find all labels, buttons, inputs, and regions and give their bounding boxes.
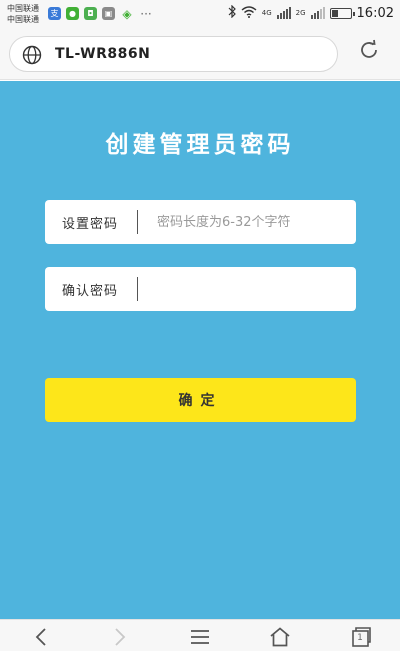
home-icon[interactable]	[267, 624, 293, 650]
bottom-nav: 1	[0, 619, 400, 651]
menu-icon[interactable]	[187, 624, 213, 650]
confirm-password-field: 确认密码	[45, 267, 356, 311]
set-password-input[interactable]	[145, 206, 345, 238]
back-icon[interactable]	[28, 624, 54, 650]
confirm-password-label: 确认密码	[62, 284, 119, 299]
reload-icon[interactable]	[357, 38, 381, 62]
chat-icon: ◘	[84, 7, 97, 20]
set-password-label: 设置密码	[62, 217, 119, 232]
alipay-icon: 支	[48, 7, 61, 20]
url-bar[interactable]: TL-WR886N	[9, 36, 338, 72]
signal-2-icon	[310, 7, 325, 19]
clock: 16:02	[356, 5, 394, 21]
notification-icons: 支 ● ◘ ▣ ◈ ···	[48, 6, 153, 21]
system-icons: 4G 2G 16:02	[228, 4, 394, 21]
signal-1-icon	[276, 7, 291, 19]
address-area: TL-WR886N	[0, 30, 400, 80]
image-icon: ▣	[102, 7, 115, 20]
wifi-share-icon: ◈	[122, 6, 132, 21]
tab-count: 1	[357, 633, 363, 643]
url-text[interactable]: TL-WR886N	[55, 46, 150, 62]
main-content: 创建管理员密码 设置密码 确认密码 确定	[0, 81, 400, 619]
network-2g-label: 2G	[295, 9, 306, 17]
field-divider	[137, 210, 138, 234]
set-password-field: 设置密码	[45, 200, 356, 244]
page-title: 创建管理员密码	[105, 132, 295, 158]
wechat-icon: ●	[66, 7, 79, 20]
confirm-password-input[interactable]	[145, 273, 345, 305]
more-notifications-icon: ···	[140, 6, 152, 21]
field-divider	[137, 277, 138, 301]
carrier-info: 中国联通 中国联通	[7, 3, 39, 25]
status-bar: 中国联通 中国联通 支 ● ◘ ▣ ◈ ··· 4G 2G 16:02	[0, 0, 400, 30]
forward-icon[interactable]	[107, 624, 133, 650]
wifi-icon	[241, 5, 257, 21]
tabs-icon[interactable]: 1	[347, 624, 373, 650]
carrier-2: 中国联通	[7, 15, 39, 24]
battery-icon	[329, 7, 355, 19]
network-4g-label: 4G	[261, 9, 272, 17]
carrier-1: 中国联通	[7, 4, 39, 13]
confirm-button[interactable]: 确定	[45, 378, 356, 422]
globe-icon	[22, 45, 42, 65]
bluetooth-icon	[228, 4, 236, 21]
